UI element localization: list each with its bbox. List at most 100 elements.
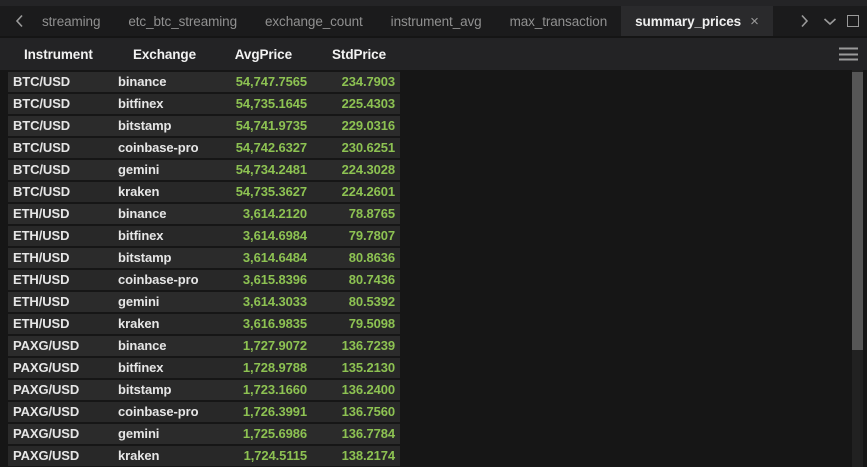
table-header: Instrument Exchange AvgPrice StdPrice xyxy=(0,36,867,70)
table-row[interactable]: PAXG/USDbitstamp1,723.1660136.2400 xyxy=(8,380,400,400)
scroll-tabs-left-icon[interactable] xyxy=(10,6,28,36)
table-row[interactable]: ETH/USDkraken3,616.983579.5098 xyxy=(8,314,400,334)
cell-instrument: PAXG/USD xyxy=(8,336,115,356)
cell-avg: 54,734.2481 xyxy=(230,160,318,180)
cell-std: 136.7784 xyxy=(318,424,400,444)
cell-std: 79.7807 xyxy=(318,226,400,246)
tab-bar: streaming etc_btc_streaming exchange_count… xyxy=(0,6,867,36)
cell-std: 78.8765 xyxy=(318,204,400,224)
cell-exchange: gemini xyxy=(115,424,230,444)
cell-instrument: BTC/USD xyxy=(8,138,115,158)
cell-avg: 1,726.3991 xyxy=(230,402,318,422)
cell-avg: 54,735.1645 xyxy=(230,94,318,114)
cell-instrument: ETH/USD xyxy=(8,270,115,290)
vertical-scrollbar[interactable] xyxy=(852,70,863,467)
cell-avg: 1,723.1660 xyxy=(230,380,318,400)
tab-label: summary_prices xyxy=(635,14,741,29)
chevron-down-icon[interactable] xyxy=(821,17,839,26)
cell-std: 229.0316 xyxy=(318,116,400,136)
tab-summary_prices[interactable]: summary_prices × xyxy=(621,6,773,36)
table-row[interactable]: ETH/USDcoinbase-pro3,615.839680.7436 xyxy=(8,270,400,290)
cell-instrument: BTC/USD xyxy=(8,116,115,136)
cell-avg: 54,742.6327 xyxy=(230,138,318,158)
cell-exchange: binance xyxy=(115,336,230,356)
tabbar-controls xyxy=(795,6,867,36)
tab-label: max_transaction xyxy=(510,14,608,29)
table-row[interactable]: PAXG/USDgemini1,725.6986136.7784 xyxy=(8,424,400,444)
table-row[interactable]: BTC/USDgemini54,734.2481224.3028 xyxy=(8,160,400,180)
tab-instrument_avg[interactable]: instrument_avg xyxy=(377,6,496,36)
cell-instrument: PAXG/USD xyxy=(8,402,115,422)
cell-exchange: kraken xyxy=(115,446,230,466)
cell-std: 136.7239 xyxy=(318,336,400,356)
table-row[interactable]: BTC/USDkraken54,735.3627224.2601 xyxy=(8,182,400,202)
column-header-avgprice[interactable]: AvgPrice xyxy=(230,47,318,62)
table-row[interactable]: PAXG/USDbitfinex1,728.9788135.2130 xyxy=(8,358,400,378)
tab-max_transaction[interactable]: max_transaction xyxy=(496,6,622,36)
tab-label: exchange_count xyxy=(265,14,363,29)
cell-std: 136.2400 xyxy=(318,380,400,400)
cell-instrument: PAXG/USD xyxy=(8,424,115,444)
cell-avg: 1,725.6986 xyxy=(230,424,318,444)
table-row[interactable]: BTC/USDcoinbase-pro54,742.6327230.6251 xyxy=(8,138,400,158)
tab-streaming[interactable]: streaming xyxy=(28,6,114,36)
cell-instrument: PAXG/USD xyxy=(8,446,115,466)
cell-std: 136.7560 xyxy=(318,402,400,422)
cell-std: 79.5098 xyxy=(318,314,400,334)
menu-icon[interactable] xyxy=(839,48,858,61)
cell-std: 135.2130 xyxy=(318,358,400,378)
tab-close-icon[interactable]: × xyxy=(750,14,759,29)
cell-avg: 54,741.9735 xyxy=(230,116,318,136)
cell-avg: 3,614.3033 xyxy=(230,292,318,312)
table-row[interactable]: BTC/USDbitfinex54,735.1645225.4303 xyxy=(8,94,400,114)
column-header-exchange[interactable]: Exchange xyxy=(115,47,230,62)
cell-instrument: BTC/USD xyxy=(8,160,115,180)
cell-std: 138.2174 xyxy=(318,446,400,466)
cell-instrument: BTC/USD xyxy=(8,94,115,114)
app-window: streaming etc_btc_streaming exchange_count… xyxy=(0,0,867,467)
column-header-instrument[interactable]: Instrument xyxy=(8,47,115,62)
cell-std: 224.3028 xyxy=(318,160,400,180)
cell-exchange: kraken xyxy=(115,314,230,334)
cell-std: 80.5392 xyxy=(318,292,400,312)
cell-std: 225.4303 xyxy=(318,94,400,114)
cell-exchange: bitstamp xyxy=(115,248,230,268)
cell-std: 230.6251 xyxy=(318,138,400,158)
cell-exchange: coinbase-pro xyxy=(115,138,230,158)
cell-avg: 3,614.6984 xyxy=(230,226,318,246)
cell-exchange: coinbase-pro xyxy=(115,270,230,290)
cell-instrument: ETH/USD xyxy=(8,314,115,334)
cell-std: 234.7903 xyxy=(318,72,400,92)
tab-exchange_count[interactable]: exchange_count xyxy=(251,6,377,36)
cell-exchange: gemini xyxy=(115,292,230,312)
column-header-stdprice[interactable]: StdPrice xyxy=(318,47,400,62)
cell-instrument: BTC/USD xyxy=(8,182,115,202)
scroll-tabs-right-icon[interactable] xyxy=(795,14,813,28)
tab-etc_btc_streaming[interactable]: etc_btc_streaming xyxy=(114,6,251,36)
cell-avg: 1,724.5115 xyxy=(230,446,318,466)
table-row[interactable]: ETH/USDgemini3,614.303380.5392 xyxy=(8,292,400,312)
cell-instrument: PAXG/USD xyxy=(8,358,115,378)
maximize-icon[interactable] xyxy=(847,15,859,27)
tab-label: streaming xyxy=(42,14,100,29)
cell-instrument: ETH/USD xyxy=(8,248,115,268)
table-row[interactable]: BTC/USDbitstamp54,741.9735229.0316 xyxy=(8,116,400,136)
cell-avg: 3,616.9835 xyxy=(230,314,318,334)
table-row[interactable]: BTC/USDbinance54,747.7565234.7903 xyxy=(8,72,400,92)
table-row[interactable]: PAXG/USDcoinbase-pro1,726.3991136.7560 xyxy=(8,402,400,422)
table-row[interactable]: PAXG/USDkraken1,724.5115138.2174 xyxy=(8,446,400,466)
table-row[interactable]: ETH/USDbitfinex3,614.698479.7807 xyxy=(8,226,400,246)
column-headers: Instrument Exchange AvgPrice StdPrice xyxy=(8,47,400,62)
cell-instrument: ETH/USD xyxy=(8,292,115,312)
cell-instrument: BTC/USD xyxy=(8,72,115,92)
tab-list: streaming etc_btc_streaming exchange_count… xyxy=(28,6,773,36)
table-row[interactable]: PAXG/USDbinance1,727.9072136.7239 xyxy=(8,336,400,356)
cell-avg: 3,614.2120 xyxy=(230,204,318,224)
cell-exchange: coinbase-pro xyxy=(115,402,230,422)
cell-avg: 3,615.8396 xyxy=(230,270,318,290)
table-row[interactable]: ETH/USDbinance3,614.212078.8765 xyxy=(8,204,400,224)
scrollbar-thumb[interactable] xyxy=(852,72,863,350)
table-row[interactable]: ETH/USDbitstamp3,614.648480.8636 xyxy=(8,248,400,268)
cell-instrument: PAXG/USD xyxy=(8,380,115,400)
cell-std: 80.8636 xyxy=(318,248,400,268)
